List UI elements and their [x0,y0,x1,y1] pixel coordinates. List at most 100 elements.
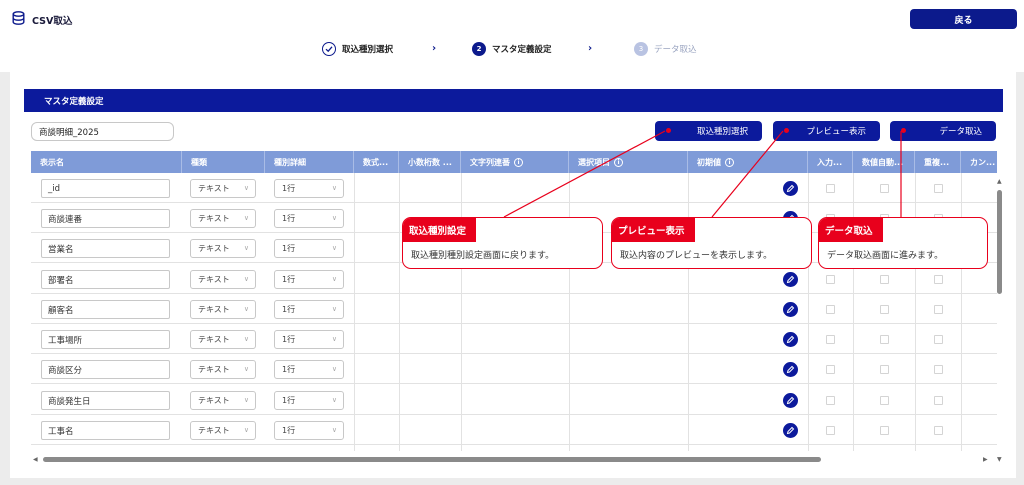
top-bar: CSV取込 戻る 取込種別選択 › 2 マスタ定義設定 › 3 データ取込 [0,0,1024,72]
detail-select[interactable]: 1行 ∨ [274,360,344,379]
input-required-checkbox[interactable] [826,275,835,284]
auto-number-checkbox[interactable] [880,275,889,284]
info-icon[interactable]: i [614,157,623,167]
horizontal-scrollbar[interactable]: ◀ ▶ [33,455,995,463]
auto-number-checkbox[interactable] [880,184,889,193]
step-data-import: 3 データ取込 [634,42,697,56]
main-panel: マスタ定義設定 商談明細_2025 取込種別選択 プレビュー表示 データ取込 表… [10,72,1016,478]
detail-select[interactable]: 1行 ∨ [274,209,344,228]
edit-pencil-icon[interactable] [783,302,798,317]
no-duplicate-checkbox[interactable] [934,396,943,405]
column-header: 種類 [182,151,265,173]
input-required-checkbox[interactable] [826,426,835,435]
chevron-down-icon: ∨ [243,244,249,252]
edit-pencil-icon[interactable] [783,272,798,287]
table-row: 商談発生日 テキスト ∨ 1行 ∨ [31,385,997,416]
auto-number-checkbox[interactable] [880,305,889,314]
detail-select[interactable]: 1行 ∨ [274,421,344,440]
scroll-down-icon[interactable]: ▼ [997,456,1002,463]
column-header: 入力... [808,151,853,173]
edit-pencil-icon[interactable] [783,423,798,438]
input-required-checkbox[interactable] [826,335,835,344]
master-name-input[interactable]: 商談明細_2025 [31,122,174,141]
back-button[interactable]: 戻る [910,9,1017,29]
detail-select[interactable]: 1行 ∨ [274,239,344,258]
detail-select[interactable]: 1行 ∨ [274,270,344,289]
column-header: カン... [970,157,996,167]
input-required-checkbox[interactable] [826,396,835,405]
callout-title: データ取込 [819,218,883,242]
chevron-right-icon: › [588,43,593,54]
data-import-button[interactable]: データ取込 [890,121,996,141]
detail-select[interactable]: 1行 ∨ [274,391,344,410]
info-icon[interactable]: i [514,157,523,167]
step-master-definition: 2 マスタ定義設定 [472,42,552,56]
auto-number-checkbox[interactable] [880,335,889,344]
type-select[interactable]: テキスト ∨ [190,330,256,349]
no-duplicate-checkbox[interactable] [934,365,943,374]
input-required-checkbox[interactable] [826,184,835,193]
no-duplicate-checkbox[interactable] [934,305,943,314]
horizontal-scroll-thumb[interactable] [43,457,821,462]
no-duplicate-checkbox[interactable] [934,184,943,193]
auto-number-checkbox[interactable] [880,396,889,405]
callout-data-import: データ取込 データ取込画面に進みます。 [818,217,988,269]
type-select[interactable]: テキスト ∨ [190,391,256,410]
import-type-button-label: 取込種別選択 [696,127,748,137]
edit-pencil-icon[interactable] [783,332,798,347]
chevron-down-icon: ∨ [243,396,249,404]
column-header: 文字列連番 i [461,151,569,173]
detail-select[interactable]: 1行 ∨ [274,179,344,198]
input-required-checkbox[interactable] [826,365,835,374]
callout-title: プレビュー表示 [612,218,695,242]
vertical-scroll-thumb[interactable] [997,190,1002,294]
type-select[interactable]: テキスト ∨ [190,270,256,289]
scroll-up-icon[interactable]: ▲ [997,178,1002,185]
import-type-button[interactable]: 取込種別選択 [655,121,762,141]
detail-select[interactable]: 1行 ∨ [274,300,344,319]
type-select[interactable]: テキスト ∨ [190,209,256,228]
no-duplicate-checkbox[interactable] [934,426,943,435]
type-select[interactable]: テキスト ∨ [190,360,256,379]
marker-dot [784,128,789,133]
scroll-right-icon[interactable]: ▶ [983,456,988,463]
chevron-down-icon: ∨ [331,184,337,192]
chevron-down-icon: ∨ [331,305,337,313]
display-name-input[interactable]: 工事場所 [41,330,170,349]
data-import-button-label: データ取込 [939,127,982,137]
chevron-down-icon: ∨ [331,396,337,404]
type-select[interactable]: テキスト ∨ [190,239,256,258]
display-name-input[interactable]: 商談区分 [41,360,170,379]
check-icon [322,42,336,56]
vertical-scrollbar[interactable]: ▲ ▼ [995,178,1003,464]
display-name-input[interactable]: _id [41,179,170,198]
edit-pencil-icon[interactable] [783,181,798,196]
chevron-down-icon: ∨ [243,426,249,434]
chevron-down-icon: ∨ [331,275,337,283]
callout-description: 取込種別種別設定画面に戻ります。 [411,251,555,261]
display-name-input[interactable]: 顧客名 [41,300,170,319]
auto-number-checkbox[interactable] [880,365,889,374]
preview-button[interactable]: プレビュー表示 [773,121,880,141]
display-name-input[interactable]: 工事名 [41,421,170,440]
detail-select[interactable]: 1行 ∨ [274,330,344,349]
input-required-checkbox[interactable] [826,305,835,314]
no-duplicate-checkbox[interactable] [934,335,943,344]
column-header: 重複... [915,151,961,173]
info-icon[interactable]: i [725,157,734,167]
no-duplicate-checkbox[interactable] [934,275,943,284]
display-name-input[interactable]: 商談発生日 [41,391,170,410]
scroll-left-icon[interactable]: ◀ [33,456,38,463]
edit-pencil-icon[interactable] [783,362,798,377]
display-name-input[interactable]: 商談連番 [41,209,170,228]
stepper: 取込種別選択 › 2 マスタ定義設定 › 3 データ取込 [0,42,1024,60]
display-name-input[interactable]: 営業名 [41,239,170,258]
edit-pencil-icon[interactable] [783,393,798,408]
type-select[interactable]: テキスト ∨ [190,179,256,198]
auto-number-checkbox[interactable] [880,426,889,435]
type-select[interactable]: テキスト ∨ [190,300,256,319]
type-select[interactable]: テキスト ∨ [190,421,256,440]
table-row: _id テキスト ∨ 1行 ∨ [31,173,997,204]
column-header: 種別詳細 [265,151,354,173]
display-name-input[interactable]: 部署名 [41,270,170,289]
